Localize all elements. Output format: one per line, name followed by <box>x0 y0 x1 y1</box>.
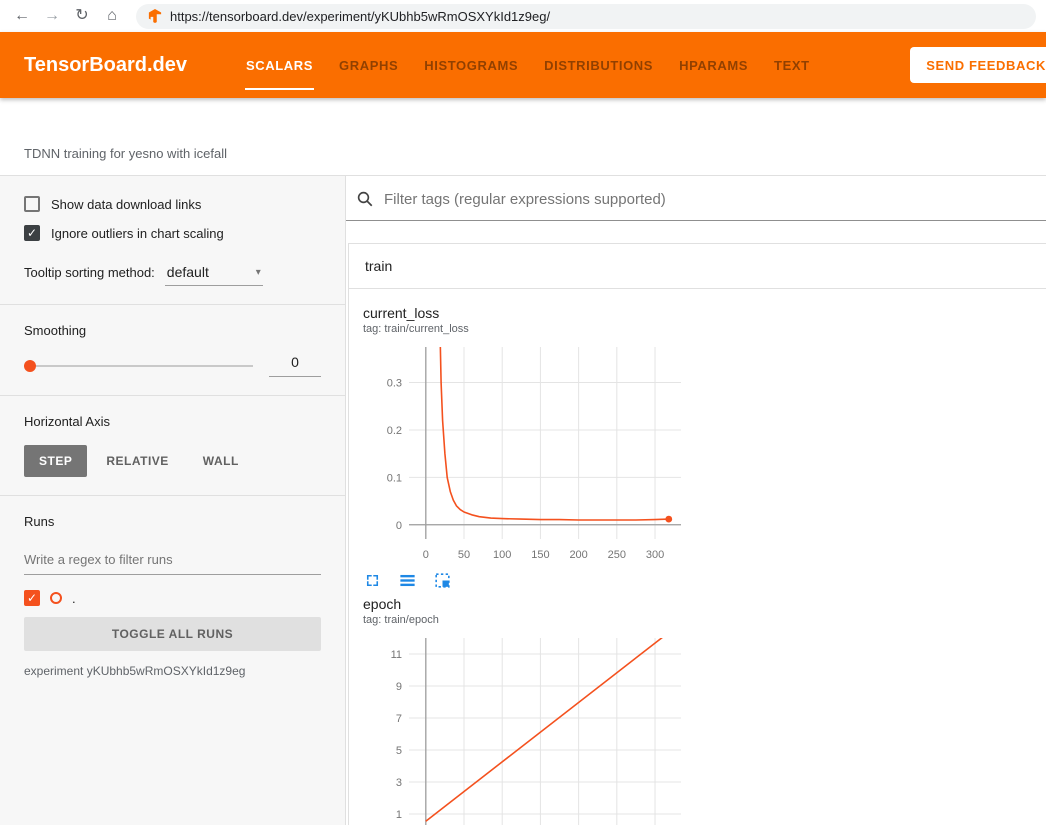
send-feedback-button[interactable]: SEND FEEDBACK <box>910 47 1046 83</box>
divider <box>0 395 345 396</box>
home-button[interactable]: ⌂ <box>100 4 124 28</box>
checkbox-icon: ✓ <box>24 225 40 241</box>
run-name: . <box>72 591 76 606</box>
tab-histograms[interactable]: HISTOGRAMS <box>411 32 531 98</box>
settings-sidebar: Show data download links ✓ Ignore outlie… <box>0 176 346 825</box>
brand-logo[interactable]: TensorBoard.dev <box>24 54 187 77</box>
axis-button-relative[interactable]: RELATIVE <box>91 445 183 477</box>
svg-text:0.3: 0.3 <box>387 378 402 390</box>
checkbox-label: Ignore outliers in chart scaling <box>51 226 224 241</box>
smoothing-slider-track[interactable] <box>36 365 253 367</box>
runs-label: Runs <box>24 514 321 529</box>
address-bar[interactable]: https://tensorboard.dev/experiment/yKUbh… <box>136 4 1036 29</box>
axis-button-step[interactable]: STEP <box>24 445 87 477</box>
svg-text:50: 50 <box>458 549 470 561</box>
tab-text[interactable]: TEXT <box>761 32 823 98</box>
toggle-all-runs-button[interactable]: TOGGLE ALL RUNS <box>24 617 321 651</box>
chart-tag: tag: train/epoch <box>363 614 691 626</box>
tab-distributions[interactable]: DISTRIBUTIONS <box>531 32 666 98</box>
checkbox-icon <box>24 196 40 212</box>
tab-graphs[interactable]: GRAPHS <box>326 32 411 98</box>
expand-chart-icon[interactable] <box>363 571 382 590</box>
tensorboard-favicon-icon <box>148 9 162 23</box>
horizontal-axis-buttons: STEPRELATIVEWALL <box>24 445 321 477</box>
chart-title: epoch <box>363 596 691 612</box>
divider <box>0 304 345 305</box>
run-row[interactable]: ✓ . <box>24 590 321 606</box>
svg-text:0: 0 <box>423 549 429 561</box>
ignore-outliers-checkbox[interactable]: ✓ Ignore outliers in chart scaling <box>24 225 321 241</box>
svg-text:300: 300 <box>646 549 664 561</box>
browser-chrome: ← → ↻ ⌂ https://tensorboard.dev/experime… <box>0 0 1046 32</box>
line-chart[interactable]: 0501001502002503001357911 <box>363 630 691 825</box>
experiment-bar: TDNN training for yesno with icefall <box>0 132 1046 176</box>
svg-text:0.2: 0.2 <box>387 425 402 437</box>
svg-text:7: 7 <box>396 713 402 725</box>
svg-text:3: 3 <box>396 777 402 789</box>
svg-text:100: 100 <box>493 549 511 561</box>
run-color-icon <box>50 592 62 604</box>
svg-text:11: 11 <box>391 649 402 661</box>
tooltip-sorting-label: Tooltip sorting method: <box>24 265 155 280</box>
tag-group-title[interactable]: train <box>349 244 1046 289</box>
axis-button-wall[interactable]: WALL <box>188 445 254 477</box>
svg-text:0.1: 0.1 <box>387 472 402 484</box>
nav-tabs: SCALARSGRAPHSHISTOGRAMSDISTRIBUTIONSHPAR… <box>233 32 823 98</box>
tab-hparams[interactable]: HPARAMS <box>666 32 761 98</box>
chart-actions <box>363 571 691 590</box>
run-checkbox-icon[interactable]: ✓ <box>24 590 40 606</box>
app-header: TensorBoard.dev SCALARSGRAPHSHISTOGRAMSD… <box>0 32 1046 98</box>
svg-text:150: 150 <box>531 549 549 561</box>
show-download-links-checkbox[interactable]: Show data download links <box>24 196 321 212</box>
chart-card: current_loss tag: train/current_loss 0 50… <box>363 305 691 590</box>
checkbox-label: Show data download links <box>51 197 201 212</box>
horizontal-axis-label: Horizontal Axis <box>24 414 321 429</box>
back-button[interactable]: ← <box>10 4 34 28</box>
svg-text:5: 5 <box>396 745 402 757</box>
reload-button[interactable]: ↻ <box>70 4 94 28</box>
scalars-dashboard: train current_loss tag: train/current_lo… <box>346 176 1046 825</box>
svg-text:1: 1 <box>396 809 402 821</box>
chart-title: current_loss <box>363 305 691 321</box>
url-text: https://tensorboard.dev/experiment/yKUbh… <box>170 9 550 24</box>
chart-card: epoch tag: train/epoch 05010015020025030… <box>363 596 691 825</box>
divider <box>0 495 345 496</box>
smoothing-slider-thumb[interactable] <box>24 360 36 372</box>
selected-value: default <box>167 264 209 280</box>
tooltip-sorting-select[interactable]: default ▾ <box>165 263 263 286</box>
svg-text:250: 250 <box>608 549 626 561</box>
svg-text:200: 200 <box>569 549 587 561</box>
data-table-icon[interactable] <box>398 571 417 590</box>
svg-text:0: 0 <box>396 520 402 532</box>
search-icon <box>356 190 374 208</box>
line-chart[interactable]: 0 50 100 150 200 250 300 0 0.1 0.2 0.3 <box>363 339 691 569</box>
chevron-down-icon: ▾ <box>256 267 261 278</box>
runs-filter-input[interactable] <box>24 545 321 575</box>
forward-button[interactable]: → <box>40 4 64 28</box>
smoothing-value-input[interactable]: 0 <box>269 354 321 377</box>
tag-filter-row <box>346 190 1046 221</box>
header-spacer <box>0 98 1046 132</box>
experiment-note: experiment yKUbhb5wRmOSXYkId1z9eg <box>24 664 321 678</box>
fit-domain-icon[interactable] <box>433 571 452 590</box>
svg-text:9: 9 <box>396 681 402 693</box>
tag-filter-input[interactable] <box>384 191 1046 208</box>
tag-group-card: train current_loss tag: train/current_lo… <box>348 243 1046 825</box>
chart-tag: tag: train/current_loss <box>363 323 691 335</box>
tab-scalars[interactable]: SCALARS <box>233 32 326 98</box>
smoothing-label: Smoothing <box>24 323 321 338</box>
experiment-title: TDNN training for yesno with icefall <box>24 146 227 161</box>
